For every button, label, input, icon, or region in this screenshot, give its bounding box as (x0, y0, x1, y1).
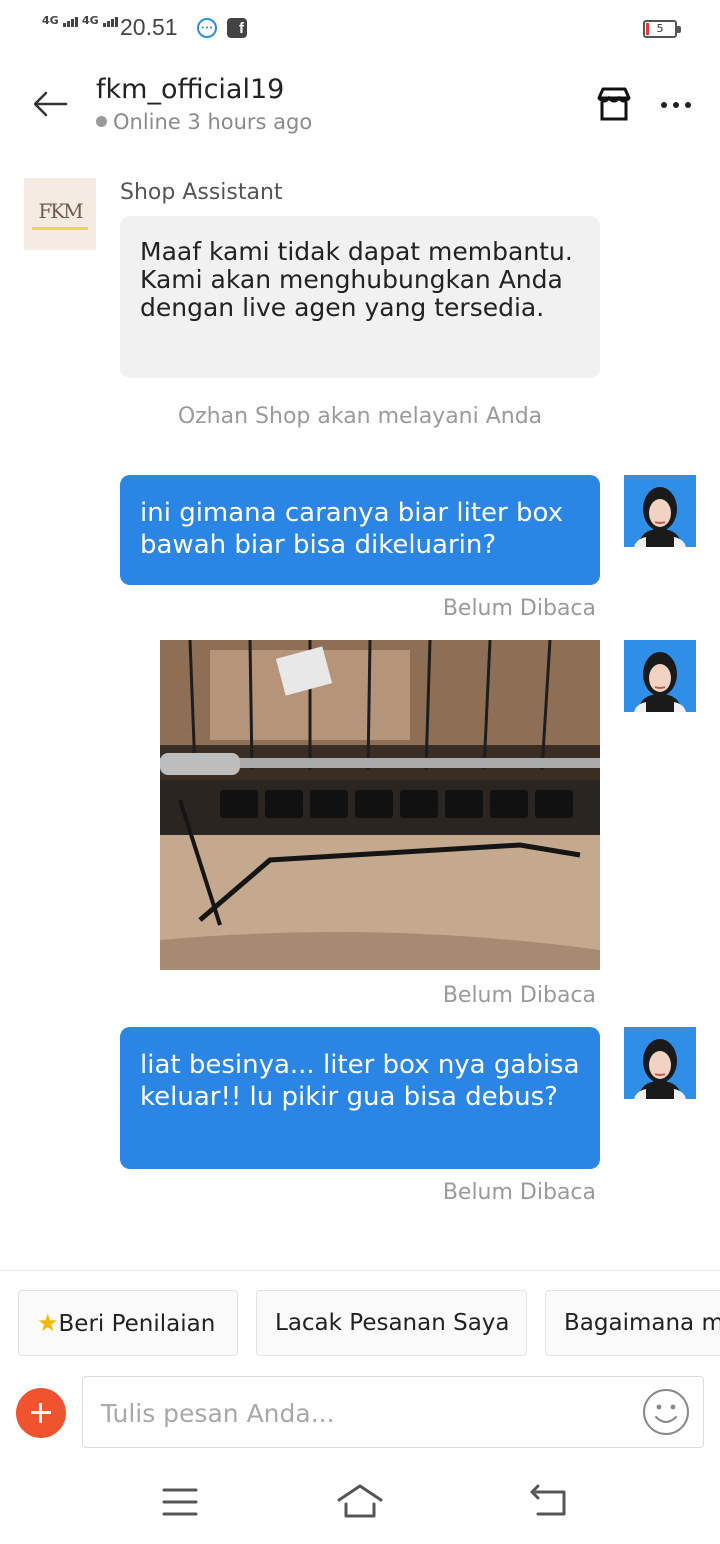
read-status: Belum Dibaca (442, 1180, 596, 1205)
clock: 20.51 (120, 14, 178, 40)
user-photo-icon (624, 1027, 696, 1099)
facebook-icon: f (227, 18, 247, 38)
more-options-icon[interactable] (658, 90, 694, 118)
read-status: Belum Dibaca (442, 983, 596, 1008)
user-avatar (624, 1027, 696, 1099)
shop-avatar: FKM (24, 178, 96, 250)
quick-reply-label: Lacak Pesanan Saya (275, 1310, 510, 1336)
outgoing-message-bubble: liat besinya... liter box nya gabisa kel… (120, 1027, 600, 1169)
photo-image (160, 640, 600, 970)
divider (0, 1270, 720, 1271)
chat-header: fkm_official19 Online 3 hours ago (0, 60, 720, 160)
outgoing-message-bubble: ini gimana caranya biar liter box bawah … (120, 475, 600, 585)
add-attachment-button[interactable] (16, 1388, 66, 1438)
user-photo-icon (624, 475, 696, 547)
signal-1-label: 4G (42, 14, 59, 27)
sent-photo[interactable] (160, 640, 600, 970)
emoji-icon[interactable] (641, 1387, 691, 1437)
read-status: Belum Dibaca (442, 596, 596, 621)
quick-reply-label: Bagaimana m (564, 1310, 720, 1336)
incoming-message-bubble: Maaf kami tidak dapat membantu. Kami aka… (120, 216, 600, 378)
message-input[interactable] (101, 1391, 621, 1435)
shop-name[interactable]: fkm_official19 (96, 74, 284, 105)
battery-icon: 5 (643, 20, 681, 38)
star-icon: ★ (37, 1309, 59, 1337)
user-photo-icon (624, 640, 696, 712)
signal-bars-icon (102, 14, 119, 27)
message-composer (82, 1376, 704, 1448)
signal-2: 4G (82, 14, 119, 27)
shop-logo-stripe (32, 226, 88, 230)
shop-logo: FKM (38, 198, 83, 223)
online-status-text: Online 3 hours ago (113, 110, 313, 134)
online-status: Online 3 hours ago (96, 110, 312, 134)
status-dot-icon (96, 116, 107, 127)
user-avatar (624, 475, 696, 547)
back-nav-icon[interactable] (526, 1482, 574, 1522)
system-message: Ozhan Shop akan melayani Anda (177, 404, 543, 429)
store-icon[interactable] (594, 84, 634, 124)
signal-1: 4G (42, 14, 79, 27)
signal-2-label: 4G (82, 14, 99, 27)
menu-nav-icon[interactable] (156, 1482, 204, 1522)
user-avatar (624, 640, 696, 712)
quick-reply-track-order[interactable]: Lacak Pesanan Saya (256, 1290, 527, 1356)
chat-notification-icon: ••• (197, 18, 217, 38)
quick-reply-how[interactable]: Bagaimana m (545, 1290, 720, 1356)
home-nav-icon[interactable] (336, 1482, 384, 1522)
sender-label: Shop Assistant (120, 180, 283, 205)
quick-reply-rate[interactable]: ★Beri Penilaian (18, 1290, 238, 1356)
signal-bars-icon (62, 14, 79, 27)
battery-level: 5 (656, 22, 664, 35)
status-bar: 4G 4G 20.51 ••• f 5 (0, 0, 720, 56)
back-arrow-icon[interactable] (30, 84, 70, 124)
quick-reply-label: Beri Penilaian (58, 1311, 216, 1337)
